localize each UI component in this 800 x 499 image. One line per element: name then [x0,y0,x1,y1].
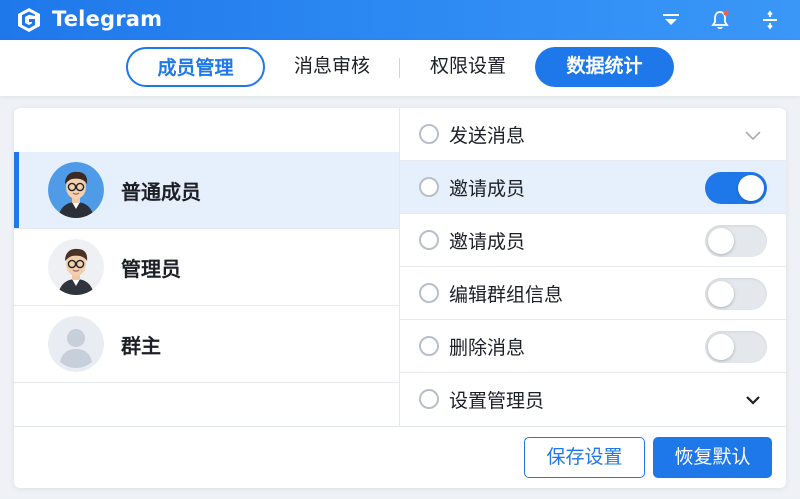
chevron-down-icon[interactable] [743,125,763,145]
permission-label: 邀请成员 [449,231,526,253]
tab-data-statistics[interactable]: 数据统计 [535,47,674,87]
permission-toggle[interactable] [705,225,767,257]
permission-label: 删除消息 [449,337,526,359]
role-label: 管理员 [121,257,181,281]
permission-label: 编辑群组信息 [449,284,564,306]
role-item-admin[interactable]: 管理员 [14,229,399,306]
permission-row-send-message: 发送消息 [400,108,786,161]
permission-row-delete-messages: 删除消息 [400,320,786,373]
permission-radio[interactable] [419,283,439,303]
permission-radio[interactable] [419,336,439,356]
telegram-logo-icon [18,8,40,32]
role-label: 普通成员 [121,180,201,204]
chevron-down-icon[interactable] [743,390,763,410]
permission-row-set-admins: 设置管理员 [400,373,786,426]
permission-row-edit-group-info: 编辑群组信息 [400,267,786,320]
permission-radio[interactable] [419,124,439,144]
permission-row-invite-members-2: 邀请成员 [400,214,786,267]
sliders-icon[interactable] [759,9,781,31]
tab-member-management[interactable]: 成员管理 [126,47,265,87]
bell-icon[interactable] [709,9,731,31]
permission-radio[interactable] [419,177,439,197]
dropdown-icon[interactable] [660,9,682,31]
avatar [48,239,104,295]
save-settings-button[interactable]: 保存设置 [524,437,645,478]
avatar-glasses-man-icon [48,162,104,218]
footer-divider [14,426,786,427]
tab-divider [399,58,400,78]
permission-row-invite-members: 邀请成员 [400,161,786,214]
tab-permission-settings[interactable]: 权限设置 [419,47,517,87]
restore-defaults-button[interactable]: 恢复默认 [653,437,772,478]
permission-radio[interactable] [419,230,439,250]
permission-radio[interactable] [419,389,439,409]
permission-label: 发送消息 [449,125,526,147]
permission-toggle[interactable] [705,172,767,204]
toggle-knob [738,175,764,201]
toggle-knob [708,228,734,254]
permission-label: 邀请成员 [449,178,526,200]
avatar [48,316,104,372]
app-title: Telegram [52,7,163,31]
toggle-knob [708,334,734,360]
permission-toggle[interactable] [705,278,767,310]
title-bar: Telegram [0,0,800,40]
avatar-glasses-man-2-icon [48,239,104,295]
avatar [48,162,104,218]
permission-toggle[interactable] [705,331,767,363]
tab-bar: 成员管理 消息审核 权限设置 数据统计 [0,40,800,96]
permissions-panel: 普通成员 管理员 群主 发送消息 邀请成员 邀请成员 编辑群组信息 删除消息 设… [14,108,786,488]
permission-label: 设置管理员 [449,390,545,412]
role-item-member[interactable]: 普通成员 [14,152,399,229]
tab-message-review[interactable]: 消息审核 [283,47,381,87]
toggle-knob [708,281,734,307]
role-label: 群主 [121,334,161,358]
role-item-owner[interactable]: 群主 [14,306,399,383]
avatar-placeholder-icon [48,316,104,372]
